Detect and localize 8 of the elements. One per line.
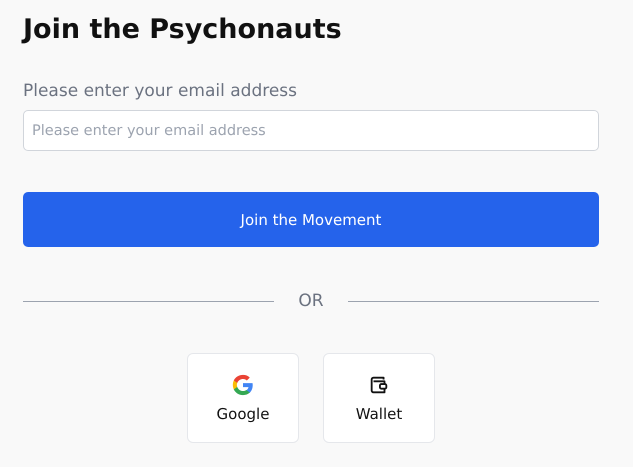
field-label: Please enter your email address (23, 80, 298, 102)
sign-in-button[interactable]: Wallet (323, 353, 435, 443)
sign-in-button[interactable]: Google (187, 353, 299, 443)
divider-text: OR (298, 291, 324, 311)
join-button[interactable]: Join the Movement (23, 192, 599, 247)
google-icon (232, 374, 254, 396)
email-field[interactable]: Please enter your email address (23, 110, 599, 151)
page-title: Join the Psychonauts (23, 14, 343, 46)
